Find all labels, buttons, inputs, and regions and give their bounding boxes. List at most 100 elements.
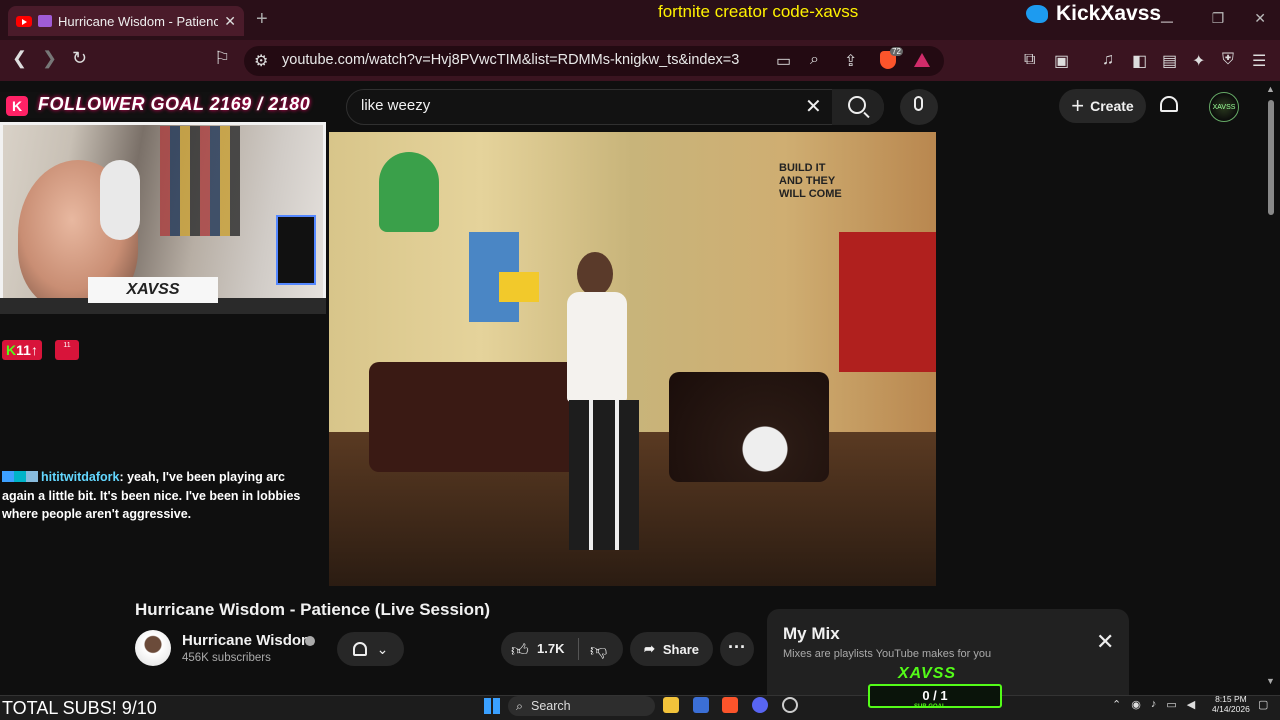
video-couch <box>369 362 579 472</box>
forward-icon[interactable]: ❯ <box>42 48 57 69</box>
browser-tab-active[interactable]: Hurricane Wisdom - Patience ✕ <box>8 6 244 36</box>
video-title: Hurricane Wisdom - Patience (Live Sessio… <box>135 600 491 619</box>
chat-message: hititwitdafork: yeah, I've been playing … <box>2 468 320 524</box>
chevron-down-icon: ⌄ <box>376 640 389 657</box>
brave-shield-count: 72 <box>890 47 903 56</box>
twitter-bird-icon <box>1026 5 1048 23</box>
clock-time: 8:15 PM <box>1215 694 1247 704</box>
video-crown-art <box>499 272 539 302</box>
creator-code-overlay: fortnite creator code-xavss <box>658 2 859 21</box>
search-query-text[interactable]: like weezy <box>361 97 430 114</box>
brave-taskbar-icon[interactable] <box>722 697 738 713</box>
store-icon[interactable] <box>693 697 709 713</box>
taskbar-search-label: Search <box>531 699 571 713</box>
webcam-poster-wall <box>160 126 240 236</box>
vpn-icon[interactable]: ⛨ <box>1222 51 1234 69</box>
file-explorer-icon[interactable] <box>663 697 679 713</box>
headphones <box>100 160 140 240</box>
reload-icon[interactable]: ↻ <box>72 48 87 69</box>
playlist-icon <box>38 15 52 27</box>
video-wall-text: BUILD IT AND THEY WILL COME <box>779 162 842 200</box>
site-info-icon[interactable]: ⚙ <box>254 51 268 71</box>
video-green-figure <box>379 152 439 232</box>
media-icon[interactable]: ♫ <box>1102 51 1114 69</box>
thumbs-up-icon[interactable]: 👍︎ <box>511 640 529 661</box>
create-button[interactable]: + Create <box>1059 89 1146 123</box>
extensions-icon[interactable]: ⧉ <box>1024 51 1035 69</box>
windows-start-icon[interactable] <box>484 698 500 714</box>
sidebar-icon[interactable]: ◧ <box>1132 51 1147 71</box>
kick-logo-icon: K <box>6 96 28 116</box>
tray-network-icon[interactable]: ▭ <box>1166 698 1176 711</box>
share-arrow-icon: ➦ <box>643 641 655 656</box>
arrow-up-icon: ↑ <box>30 342 38 358</box>
chat-username: hititwitdafork <box>41 470 120 484</box>
leo-ai-icon[interactable]: ✦ <box>1192 51 1205 71</box>
obs-icon[interactable] <box>782 697 798 713</box>
video-player[interactable]: BUILD IT AND THEY WILL COME <box>329 132 936 586</box>
scroll-up-arrow-icon[interactable]: ▲ <box>1266 84 1275 94</box>
twitter-handle: KickXavss_ <box>1056 2 1173 25</box>
subscribed-notifications-button[interactable]: ⌄ <box>337 632 404 666</box>
video-red-board <box>839 232 936 372</box>
more-actions-button[interactable]: ··· <box>720 632 754 666</box>
kick-k-icon: K <box>6 342 17 358</box>
cast-icon[interactable]: ▭ <box>776 51 791 71</box>
taskbar-clock[interactable]: 8:15 PM 4/14/2026 <box>1212 694 1250 714</box>
zoom-icon[interactable]: ⌕ <box>810 51 819 69</box>
video-singer-pants <box>569 400 639 550</box>
clock-date: 4/14/2026 <box>1212 704 1250 714</box>
like-count[interactable]: 1.7K <box>537 641 564 656</box>
account-avatar[interactable]: XAVSS <box>1209 92 1239 122</box>
like-divider <box>578 638 579 660</box>
share-button[interactable]: ➦ Share <box>630 632 713 666</box>
my-mix-title: My Mix <box>783 624 840 643</box>
my-mix-subtitle: Mixes are playlists YouTube makes for yo… <box>783 648 992 660</box>
tray-mic-icon[interactable]: ♪ <box>1151 698 1157 711</box>
share-page-icon[interactable]: ⇪ <box>844 51 857 71</box>
thumbs-down-icon[interactable]: 👎︎ <box>590 640 607 661</box>
scrollbar-thumb[interactable] <box>1268 100 1274 215</box>
notifications-bell-icon[interactable] <box>1160 96 1178 112</box>
bookmark-icon[interactable]: ⚐ <box>214 48 230 69</box>
microphone-icon <box>914 96 923 111</box>
menu-icon[interactable]: ☰ <box>1252 51 1266 71</box>
clear-search-icon[interactable]: ✕ <box>805 94 822 119</box>
restore-window-icon[interactable]: ❐ <box>1212 10 1225 27</box>
notifications-icon[interactable]: ▢ <box>1258 698 1268 711</box>
discord-icon[interactable] <box>752 697 768 713</box>
taskbar-search[interactable]: ⌕ Search <box>508 696 655 716</box>
verified-check-icon <box>305 636 315 646</box>
video-singer-head <box>577 252 613 296</box>
scroll-down-arrow-icon[interactable]: ▼ <box>1266 676 1275 686</box>
close-window-icon[interactable]: ✕ <box>1254 10 1266 27</box>
youtube-favicon-icon <box>16 15 32 27</box>
total-subs-overlay: TOTAL SUBS! 9/10 <box>2 698 157 718</box>
url-text[interactable]: youtube.com/watch?v=Hvj8PVwcTIM&list=RDM… <box>282 52 739 68</box>
webcam-nameplate: XAVSS <box>88 277 218 303</box>
back-icon[interactable]: ❮ <box>12 48 27 69</box>
tray-volume-icon[interactable]: ◀ <box>1187 698 1195 711</box>
channel-avatar[interactable] <box>135 630 171 666</box>
brave-rewards-icon[interactable] <box>914 53 930 67</box>
chat-badges-icon <box>2 471 38 482</box>
channel-name[interactable]: Hurricane Wisdom <box>182 632 314 649</box>
kick-badge-count: 11 <box>16 342 31 358</box>
search-icon <box>848 96 866 114</box>
share-label: Share <box>662 641 700 657</box>
create-label: Create <box>1090 98 1134 114</box>
sub-goal-label: SUB GOAL <box>914 704 946 710</box>
secondary-badge: 11 <box>55 340 79 360</box>
wallet-icon[interactable]: ▤ <box>1162 51 1177 71</box>
new-tab-button[interactable]: + <box>256 8 268 31</box>
follower-goal-text: FOLLOWER GOAL 2169 / 2180 <box>38 94 311 114</box>
tray-chevron-icon[interactable]: ⌃ <box>1112 698 1121 711</box>
search-icon: ⌕ <box>516 698 524 713</box>
kick-viewer-badge: K11↑ <box>2 340 42 360</box>
reader-icon[interactable]: ▣ <box>1054 51 1069 71</box>
plus-icon: + <box>1071 93 1085 118</box>
close-mix-icon[interactable]: ✕ <box>1096 629 1114 655</box>
video-drum-kit <box>669 372 829 482</box>
close-tab-icon[interactable]: ✕ <box>224 13 236 30</box>
tray-app-icon[interactable]: ◉ <box>1131 698 1141 711</box>
